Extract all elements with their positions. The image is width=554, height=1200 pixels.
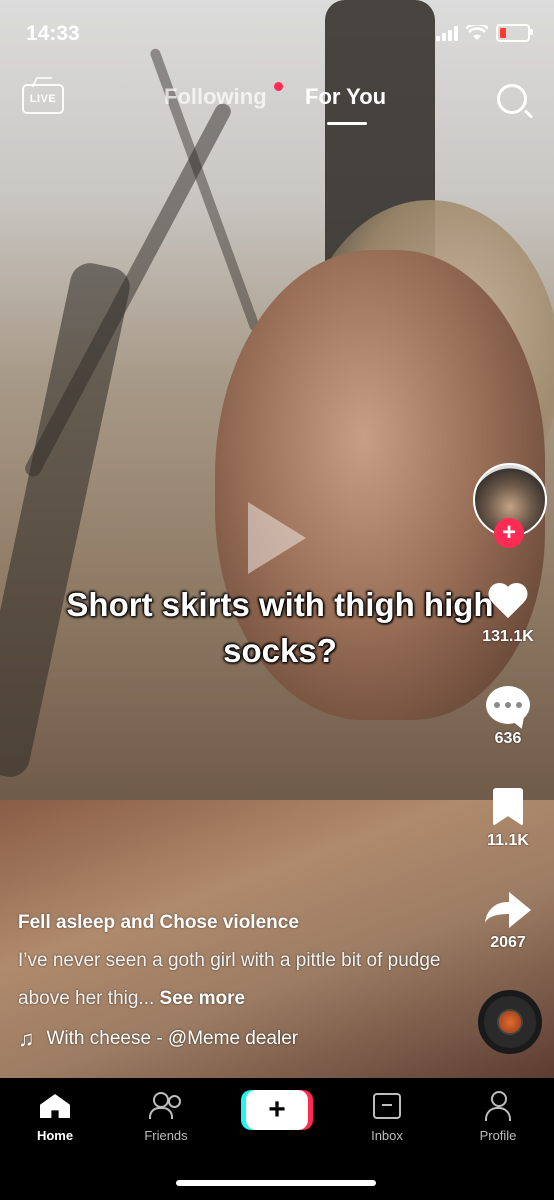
share-count: 2067 <box>490 934 526 951</box>
nav-home[interactable]: Home <box>10 1090 100 1143</box>
save-count: 11.1K <box>487 832 529 849</box>
live-button[interactable]: LIVE <box>22 84 64 114</box>
see-more-link[interactable]: See more <box>160 988 246 1009</box>
nav-friends[interactable]: Friends <box>121 1090 211 1143</box>
author-name[interactable]: Fell asleep and Chose violence <box>18 912 448 934</box>
comment-button[interactable]: 636 <box>472 686 544 748</box>
home-indicator[interactable] <box>176 1180 376 1186</box>
like-count: 131.1K <box>482 628 534 645</box>
status-icons <box>436 24 533 42</box>
tab-following[interactable]: Following <box>164 84 267 110</box>
nav-inbox[interactable]: Inbox <box>342 1090 432 1143</box>
nav-home-label: Home <box>36 1128 74 1143</box>
music-note-icon: ♫ <box>18 1026 35 1051</box>
search-icon[interactable] <box>497 84 527 114</box>
tree-branch <box>22 100 234 480</box>
follow-button[interactable]: + <box>494 518 524 548</box>
save-button[interactable]: 11.1K <box>472 788 544 850</box>
tiktok-feed-screen: 14:33 LIVE Following For You Short skirt… <box>0 0 554 1200</box>
sound-name: With cheese - @Meme dealer <box>46 1028 299 1049</box>
notification-dot <box>274 82 283 91</box>
status-time: 14:33 <box>26 22 80 45</box>
nav-profile-label: Profile <box>479 1128 517 1143</box>
like-button[interactable]: 131.1K <box>472 584 544 646</box>
friends-icon <box>149 1092 183 1120</box>
inbox-icon <box>373 1093 401 1119</box>
active-tab-indicator <box>327 122 367 125</box>
share-button[interactable]: 2067 <box>472 892 544 952</box>
heart-icon <box>488 584 528 622</box>
sound-cover <box>497 1009 523 1035</box>
caption-text[interactable]: I’ve never seen a goth girl with a pittl… <box>18 942 448 1018</box>
tab-for-you[interactable]: For You <box>305 84 386 110</box>
signal-icon <box>436 25 458 41</box>
share-arrow-icon <box>485 892 531 928</box>
comment-count: 636 <box>494 730 522 747</box>
post-description: Fell asleep and Chose violence I’ve neve… <box>18 912 448 1052</box>
bookmark-icon <box>493 788 523 826</box>
wifi-icon <box>466 25 488 40</box>
status-bar: 14:33 <box>0 20 554 50</box>
create-video-button[interactable]: + <box>246 1090 308 1130</box>
nav-inbox-label: Inbox <box>371 1128 403 1143</box>
profile-icon <box>484 1091 512 1121</box>
sound-row[interactable]: ♫ With cheese - @Meme dealer <box>18 1026 448 1052</box>
sound-disc[interactable] <box>478 990 542 1054</box>
nav-profile[interactable]: Profile <box>453 1090 543 1143</box>
nav-friends-label: Friends <box>144 1128 188 1143</box>
play-icon[interactable] <box>248 502 306 574</box>
video-caption-overlay: Short skirts with thigh high socks? <box>66 586 494 669</box>
battery-icon <box>496 24 533 42</box>
tree-trunk <box>0 259 134 781</box>
home-icon <box>40 1094 70 1118</box>
comment-icon <box>486 686 530 724</box>
